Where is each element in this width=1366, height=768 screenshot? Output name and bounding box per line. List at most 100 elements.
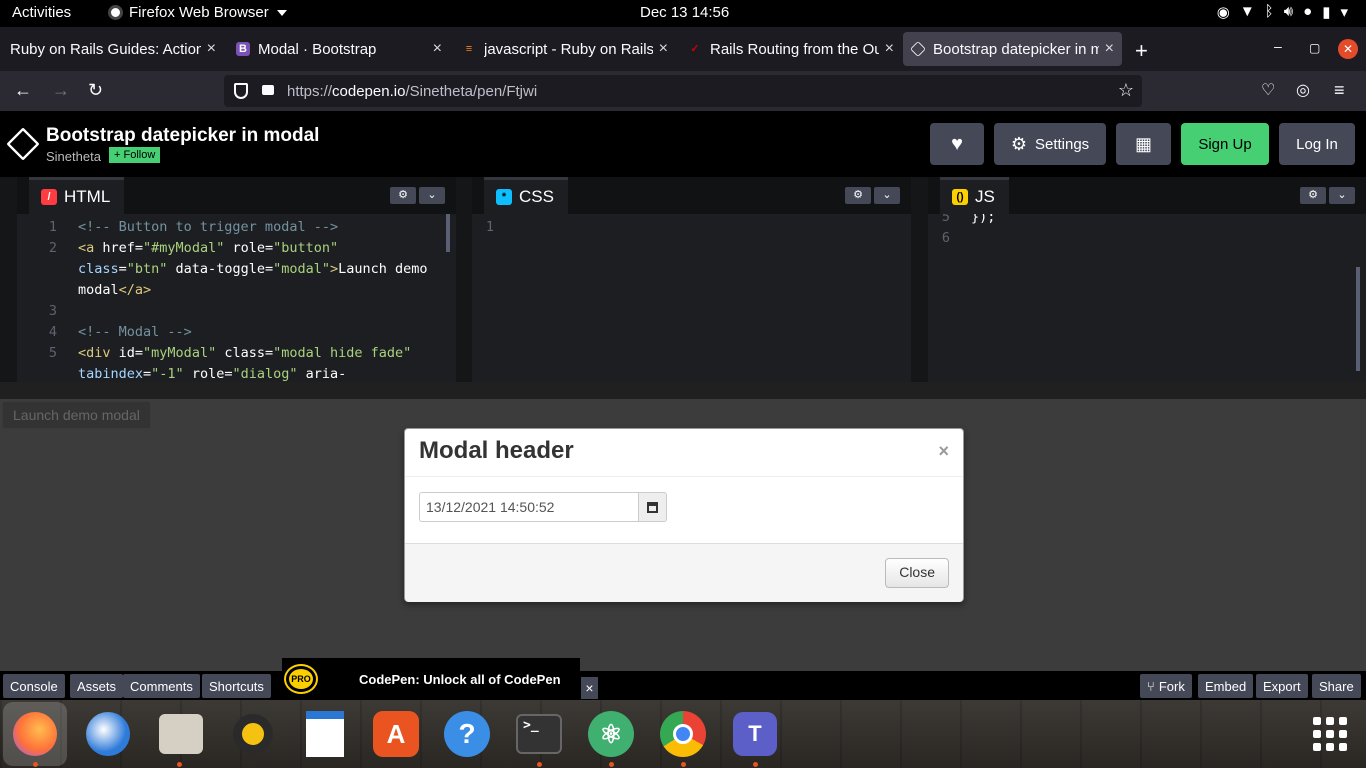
dock-terminal[interactable]: >_ bbox=[516, 714, 562, 754]
export-button[interactable]: Export bbox=[1256, 674, 1308, 698]
js-chevron-down-icon[interactable]: ⌄ bbox=[1329, 187, 1355, 204]
js-settings-gear-icon[interactable]: ⚙ bbox=[1300, 187, 1326, 204]
js-code-area[interactable]: 5}); 6 bbox=[928, 214, 1366, 382]
dock-libreoffice-writer[interactable] bbox=[301, 710, 349, 758]
pocket-icon[interactable]: ♡ bbox=[1261, 80, 1275, 100]
html-editor[interactable]: / HTML ⚙ ⌄ 1 <!-- Button to trigger modal… bbox=[17, 177, 456, 382]
show-applications-grid-icon[interactable] bbox=[1313, 717, 1347, 751]
dock-teams[interactable]: T bbox=[733, 712, 777, 756]
code-line[interactable]: <!-- Button to trigger modal --> bbox=[78, 219, 338, 235]
html-settings-gear-icon[interactable]: ⚙ bbox=[390, 187, 416, 204]
css-chevron-down-icon[interactable]: ⌄ bbox=[874, 187, 900, 204]
menu-icon[interactable]: ≡ bbox=[1334, 80, 1345, 101]
tab-rails-routing[interactable]: ✓ Rails Routing from the Ou × bbox=[680, 32, 902, 66]
account-icon[interactable]: ◎ bbox=[1296, 80, 1310, 100]
dock-thunderbird[interactable] bbox=[84, 710, 132, 758]
html-scrollbar[interactable] bbox=[446, 214, 450, 252]
log-in-button[interactable]: Log In bbox=[1279, 123, 1355, 165]
window-close-button[interactable]: ✕ bbox=[1338, 39, 1358, 59]
forward-button[interactable]: → bbox=[52, 80, 70, 101]
pen-author[interactable]: Sinetheta bbox=[46, 149, 101, 164]
settings-button[interactable]: ⚙ Settings bbox=[994, 123, 1106, 165]
dock-files[interactable] bbox=[157, 710, 205, 758]
codepen-icon bbox=[910, 41, 926, 57]
accessibility-icon: ◉ bbox=[1216, 4, 1230, 21]
rails-icon: ✓ bbox=[690, 43, 700, 55]
volume-icon: 🔊︎ bbox=[1283, 3, 1294, 20]
sign-up-button[interactable]: Sign Up bbox=[1181, 123, 1269, 165]
pro-promo-banner[interactable]: PRO CodePen: Unlock all of CodePen bbox=[282, 658, 580, 700]
assets-button[interactable]: Assets bbox=[70, 674, 124, 698]
launch-demo-modal-button[interactable]: Launch demo modal bbox=[2, 401, 151, 429]
shield-icon[interactable] bbox=[234, 83, 248, 99]
modal-header: Modal header × bbox=[405, 429, 963, 477]
html-chevron-down-icon[interactable]: ⌄ bbox=[419, 187, 445, 204]
url-bar[interactable]: https://codepen.io/Sinetheta/pen/Ftjwi ☆ bbox=[224, 75, 1142, 107]
css-settings-gear-icon[interactable]: ⚙ bbox=[845, 187, 871, 204]
minimize-button[interactable]: – bbox=[1274, 38, 1282, 54]
codepen-logo-icon[interactable] bbox=[6, 127, 40, 161]
new-tab-button[interactable]: + bbox=[1135, 38, 1148, 64]
dock-firefox[interactable] bbox=[3, 702, 67, 766]
tab-stackoverflow[interactable]: ≡ javascript - Ruby on Rails: × bbox=[454, 32, 676, 66]
js-scrollbar[interactable] bbox=[1356, 267, 1360, 371]
close-icon[interactable]: × bbox=[433, 40, 442, 58]
follow-button[interactable]: + Follow bbox=[109, 147, 161, 163]
close-icon[interactable]: × bbox=[659, 40, 668, 58]
code-line[interactable]: tabindex="-1" role="dialog" aria- bbox=[78, 366, 346, 382]
tab-bootstrap-modal[interactable]: B Modal · Bootstrap × bbox=[228, 32, 450, 66]
clock[interactable]: Dec 13 14:56 bbox=[640, 4, 729, 21]
code-line[interactable]: }); bbox=[971, 214, 995, 225]
html-editor-label: HTML bbox=[64, 187, 111, 206]
code-line[interactable]: <!-- Modal --> bbox=[78, 324, 192, 340]
app-menu[interactable]: Firefox Web Browser bbox=[108, 4, 287, 21]
like-button[interactable]: ♥ bbox=[930, 123, 984, 165]
html-code-area[interactable]: 1 <!-- Button to trigger modal --> 2 <a hre… bbox=[17, 214, 456, 382]
css-badge-icon: * bbox=[496, 189, 512, 205]
pen-title: Bootstrap datepicker in modal bbox=[46, 125, 320, 146]
activities-button[interactable]: Activities bbox=[12, 4, 71, 21]
close-icon[interactable]: × bbox=[1105, 40, 1114, 58]
close-button[interactable]: Close bbox=[885, 558, 949, 588]
calendar-button[interactable] bbox=[639, 492, 667, 522]
close-icon[interactable]: × bbox=[885, 40, 894, 58]
tab-title: Bootstrap datepicker in m bbox=[933, 40, 1099, 58]
lock-icon[interactable] bbox=[262, 85, 274, 95]
dock-rhythmbox[interactable] bbox=[229, 710, 277, 758]
resize-handle[interactable] bbox=[0, 382, 1366, 399]
share-button[interactable]: Share bbox=[1312, 674, 1361, 698]
code-line[interactable]: modal</a> bbox=[78, 282, 151, 298]
promo-close-icon[interactable]: × bbox=[581, 677, 598, 699]
editor-panels: / HTML ⚙ ⌄ 1 <!-- Button to trigger modal… bbox=[0, 177, 1366, 382]
dock-atom[interactable]: ⚛ bbox=[588, 711, 634, 757]
tab-codepen-active[interactable]: Bootstrap datepicker in m × bbox=[903, 32, 1122, 66]
running-indicator bbox=[537, 762, 542, 767]
comments-button[interactable]: Comments bbox=[123, 674, 200, 698]
css-editor[interactable]: * CSS ⚙ ⌄ 1 bbox=[472, 177, 911, 382]
system-tray[interactable]: ◉ ▼ ᛒ 🔊︎ ● ▮ ▾ bbox=[1217, 3, 1348, 21]
css-code-area[interactable]: 1 bbox=[472, 214, 911, 382]
thunderbird-icon bbox=[86, 712, 130, 756]
datetime-input[interactable]: 13/12/2021 14:50:52 bbox=[419, 492, 639, 522]
code-line[interactable]: <div id="myModal" class="modal hide fade… bbox=[78, 345, 411, 361]
code-line[interactable]: class="btn" data-toggle="modal">Launch d… bbox=[78, 261, 428, 277]
fork-button[interactable]: ⑂ Fork bbox=[1140, 674, 1192, 698]
reload-button[interactable]: ↻ bbox=[88, 80, 103, 101]
shortcuts-button[interactable]: Shortcuts bbox=[202, 674, 271, 698]
console-button[interactable]: Console bbox=[3, 674, 65, 698]
modal-close-icon[interactable]: × bbox=[938, 441, 949, 462]
close-icon[interactable]: × bbox=[207, 40, 216, 58]
code-line[interactable]: <a href="#myModal" role="button" bbox=[78, 240, 338, 256]
tab-rails-guides[interactable]: Ruby on Rails Guides: Action × bbox=[2, 32, 224, 66]
dock-chrome[interactable] bbox=[660, 711, 706, 757]
dock-help[interactable]: ? bbox=[444, 711, 490, 757]
url-text[interactable]: https://codepen.io/Sinetheta/pen/Ftjwi bbox=[287, 83, 537, 100]
embed-button[interactable]: Embed bbox=[1198, 674, 1254, 698]
dock-ubuntu-software[interactable]: A bbox=[373, 711, 419, 757]
bookmark-star-icon[interactable]: ☆ bbox=[1118, 80, 1134, 101]
maximize-button[interactable]: ▢ bbox=[1309, 41, 1320, 55]
layout-button[interactable]: ▦ bbox=[1116, 123, 1171, 165]
wifi-icon: ▼ bbox=[1239, 3, 1255, 20]
js-editor[interactable]: () JS ⚙ ⌄ 5}); 6 bbox=[928, 177, 1366, 382]
back-button[interactable]: ← bbox=[14, 80, 32, 101]
